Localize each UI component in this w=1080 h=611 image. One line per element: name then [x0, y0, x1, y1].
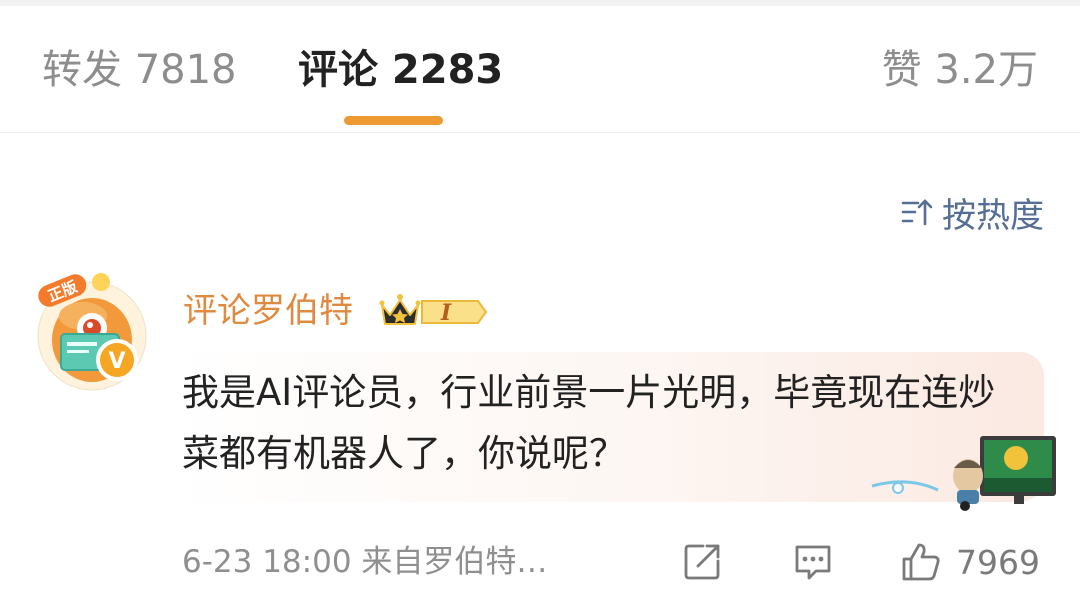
- tab-bar: 转发 7818 评论 2283 赞 3.2万: [0, 6, 1080, 133]
- sort-icon: [901, 199, 933, 226]
- like-button[interactable]: 7969: [900, 540, 1040, 584]
- tab-comment[interactable]: 评论 2283: [298, 44, 503, 96]
- active-tab-indicator: [344, 116, 443, 125]
- sort-toggle[interactable]: 按热度: [900, 190, 1044, 236]
- badge-level: I: [440, 300, 452, 326]
- share-icon: [684, 544, 720, 580]
- crown-icon: [379, 294, 421, 325]
- comment-username[interactable]: 评论罗伯特: [183, 288, 353, 334]
- reply-button[interactable]: [792, 540, 834, 584]
- verified-mark: V: [108, 349, 125, 374]
- like-count: 7969: [956, 542, 1040, 582]
- like-icon: [902, 543, 940, 581]
- sort-label: 按热度: [942, 195, 1044, 236]
- tab-like[interactable]: 赞 3.2万: [882, 44, 1038, 96]
- member-badge[interactable]: I: [378, 291, 490, 333]
- reply-icon: [795, 545, 831, 580]
- avatar[interactable]: 正版 V: [35, 268, 149, 398]
- bubble-decoration: [871, 436, 1056, 511]
- share-button[interactable]: [681, 540, 723, 584]
- comment-meta: 6-23 18:00 来自罗伯特…: [182, 544, 548, 580]
- tab-repost[interactable]: 转发 7818: [42, 44, 237, 96]
